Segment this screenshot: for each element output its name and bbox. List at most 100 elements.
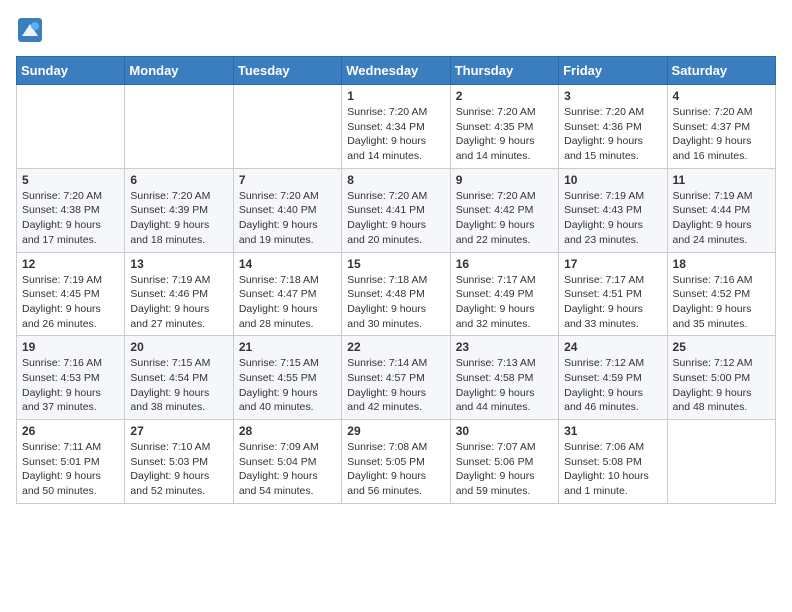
day-info: Sunrise: 7:08 AM Sunset: 5:05 PM Dayligh… bbox=[347, 440, 444, 499]
logo-icon bbox=[16, 16, 44, 44]
day-number: 1 bbox=[347, 89, 444, 103]
day-info: Sunrise: 7:18 AM Sunset: 4:47 PM Dayligh… bbox=[239, 273, 336, 332]
day-info: Sunrise: 7:06 AM Sunset: 5:08 PM Dayligh… bbox=[564, 440, 661, 499]
day-info: Sunrise: 7:20 AM Sunset: 4:38 PM Dayligh… bbox=[22, 189, 119, 248]
day-info: Sunrise: 7:12 AM Sunset: 4:59 PM Dayligh… bbox=[564, 356, 661, 415]
calendar-cell: 6 Sunrise: 7:20 AM Sunset: 4:39 PM Daylig… bbox=[125, 168, 233, 252]
day-info: Sunrise: 7:20 AM Sunset: 4:37 PM Dayligh… bbox=[673, 105, 770, 164]
day-number: 16 bbox=[456, 257, 553, 271]
calendar-cell: 27 Sunrise: 7:10 AM Sunset: 5:03 PM Dayli… bbox=[125, 420, 233, 504]
calendar-week-row: 1Sunrise: 7:20 AM Sunset: 4:34 PM Daylig… bbox=[17, 85, 776, 169]
day-number: 18 bbox=[673, 257, 770, 271]
day-info: Sunrise: 7:20 AM Sunset: 4:39 PM Dayligh… bbox=[130, 189, 227, 248]
day-info: Sunrise: 7:20 AM Sunset: 4:41 PM Dayligh… bbox=[347, 189, 444, 248]
calendar-cell: 20 Sunrise: 7:15 AM Sunset: 4:54 PM Dayli… bbox=[125, 336, 233, 420]
day-number: 26 bbox=[22, 424, 119, 438]
day-header-tuesday: Tuesday bbox=[233, 57, 341, 85]
day-info: Sunrise: 7:12 AM Sunset: 5:00 PM Dayligh… bbox=[673, 356, 770, 415]
calendar-cell: 22Sunrise: 7:14 AM Sunset: 4:57 PM Dayli… bbox=[342, 336, 450, 420]
day-number: 13 bbox=[130, 257, 227, 271]
calendar-cell: 8 Sunrise: 7:20 AM Sunset: 4:41 PM Daylig… bbox=[342, 168, 450, 252]
calendar-cell: 21Sunrise: 7:15 AM Sunset: 4:55 PM Dayli… bbox=[233, 336, 341, 420]
day-info: Sunrise: 7:18 AM Sunset: 4:48 PM Dayligh… bbox=[347, 273, 444, 332]
calendar-cell: 26 Sunrise: 7:11 AM Sunset: 5:01 PM Dayli… bbox=[17, 420, 125, 504]
day-number: 29 bbox=[347, 424, 444, 438]
day-info: Sunrise: 7:20 AM Sunset: 4:40 PM Dayligh… bbox=[239, 189, 336, 248]
day-number: 10 bbox=[564, 173, 661, 187]
calendar-cell: 17 Sunrise: 7:17 AM Sunset: 4:51 PM Dayli… bbox=[559, 252, 667, 336]
day-info: Sunrise: 7:19 AM Sunset: 4:45 PM Dayligh… bbox=[22, 273, 119, 332]
calendar-cell: 19 Sunrise: 7:16 AM Sunset: 4:53 PM Dayli… bbox=[17, 336, 125, 420]
day-number: 6 bbox=[130, 173, 227, 187]
day-info: Sunrise: 7:09 AM Sunset: 5:04 PM Dayligh… bbox=[239, 440, 336, 499]
day-number: 12 bbox=[22, 257, 119, 271]
calendar-cell: 14 Sunrise: 7:18 AM Sunset: 4:47 PM Dayli… bbox=[233, 252, 341, 336]
day-number: 31 bbox=[564, 424, 661, 438]
day-info: Sunrise: 7:16 AM Sunset: 4:53 PM Dayligh… bbox=[22, 356, 119, 415]
day-number: 7 bbox=[239, 173, 336, 187]
logo bbox=[16, 16, 48, 44]
calendar-cell: 11 Sunrise: 7:19 AM Sunset: 4:44 PM Dayli… bbox=[667, 168, 775, 252]
day-number: 23 bbox=[456, 340, 553, 354]
calendar-cell: 13 Sunrise: 7:19 AM Sunset: 4:46 PM Dayli… bbox=[125, 252, 233, 336]
calendar-cell: 28 Sunrise: 7:09 AM Sunset: 5:04 PM Dayli… bbox=[233, 420, 341, 504]
calendar-cell: 18 Sunrise: 7:16 AM Sunset: 4:52 PM Dayli… bbox=[667, 252, 775, 336]
day-number: 3 bbox=[564, 89, 661, 103]
calendar-cell: 9Sunrise: 7:20 AM Sunset: 4:42 PM Daylig… bbox=[450, 168, 558, 252]
calendar-cell: 16Sunrise: 7:17 AM Sunset: 4:49 PM Dayli… bbox=[450, 252, 558, 336]
calendar-cell: 2 Sunrise: 7:20 AM Sunset: 4:35 PM Daylig… bbox=[450, 85, 558, 169]
day-number: 8 bbox=[347, 173, 444, 187]
day-number: 28 bbox=[239, 424, 336, 438]
calendar-cell: 15 Sunrise: 7:18 AM Sunset: 4:48 PM Dayli… bbox=[342, 252, 450, 336]
day-number: 17 bbox=[564, 257, 661, 271]
calendar-cell: 23Sunrise: 7:13 AM Sunset: 4:58 PM Dayli… bbox=[450, 336, 558, 420]
day-header-wednesday: Wednesday bbox=[342, 57, 450, 85]
day-number: 14 bbox=[239, 257, 336, 271]
day-number: 24 bbox=[564, 340, 661, 354]
day-info: Sunrise: 7:20 AM Sunset: 4:42 PM Dayligh… bbox=[456, 189, 553, 248]
day-number: 30 bbox=[456, 424, 553, 438]
day-info: Sunrise: 7:14 AM Sunset: 4:57 PM Dayligh… bbox=[347, 356, 444, 415]
calendar-cell bbox=[667, 420, 775, 504]
day-info: Sunrise: 7:19 AM Sunset: 4:46 PM Dayligh… bbox=[130, 273, 227, 332]
day-number: 21 bbox=[239, 340, 336, 354]
calendar-cell: 4 Sunrise: 7:20 AM Sunset: 4:37 PM Daylig… bbox=[667, 85, 775, 169]
day-number: 15 bbox=[347, 257, 444, 271]
day-info: Sunrise: 7:07 AM Sunset: 5:06 PM Dayligh… bbox=[456, 440, 553, 499]
day-header-thursday: Thursday bbox=[450, 57, 558, 85]
day-info: Sunrise: 7:20 AM Sunset: 4:35 PM Dayligh… bbox=[456, 105, 553, 164]
calendar-cell: 10 Sunrise: 7:19 AM Sunset: 4:43 PM Dayli… bbox=[559, 168, 667, 252]
calendar: SundayMondayTuesdayWednesdayThursdayFrid… bbox=[16, 56, 776, 504]
page-header bbox=[16, 16, 776, 44]
day-info: Sunrise: 7:16 AM Sunset: 4:52 PM Dayligh… bbox=[673, 273, 770, 332]
day-number: 2 bbox=[456, 89, 553, 103]
calendar-cell bbox=[125, 85, 233, 169]
calendar-cell: 3Sunrise: 7:20 AM Sunset: 4:36 PM Daylig… bbox=[559, 85, 667, 169]
day-header-monday: Monday bbox=[125, 57, 233, 85]
day-info: Sunrise: 7:17 AM Sunset: 4:51 PM Dayligh… bbox=[564, 273, 661, 332]
day-header-sunday: Sunday bbox=[17, 57, 125, 85]
day-header-friday: Friday bbox=[559, 57, 667, 85]
day-info: Sunrise: 7:19 AM Sunset: 4:44 PM Dayligh… bbox=[673, 189, 770, 248]
calendar-week-row: 5Sunrise: 7:20 AM Sunset: 4:38 PM Daylig… bbox=[17, 168, 776, 252]
day-info: Sunrise: 7:10 AM Sunset: 5:03 PM Dayligh… bbox=[130, 440, 227, 499]
day-number: 4 bbox=[673, 89, 770, 103]
day-number: 20 bbox=[130, 340, 227, 354]
day-info: Sunrise: 7:11 AM Sunset: 5:01 PM Dayligh… bbox=[22, 440, 119, 499]
day-number: 25 bbox=[673, 340, 770, 354]
calendar-cell: 29 Sunrise: 7:08 AM Sunset: 5:05 PM Dayli… bbox=[342, 420, 450, 504]
day-number: 27 bbox=[130, 424, 227, 438]
day-info: Sunrise: 7:19 AM Sunset: 4:43 PM Dayligh… bbox=[564, 189, 661, 248]
calendar-cell bbox=[17, 85, 125, 169]
calendar-cell: 31 Sunrise: 7:06 AM Sunset: 5:08 PM Dayli… bbox=[559, 420, 667, 504]
day-info: Sunrise: 7:15 AM Sunset: 4:54 PM Dayligh… bbox=[130, 356, 227, 415]
calendar-header-row: SundayMondayTuesdayWednesdayThursdayFrid… bbox=[17, 57, 776, 85]
calendar-week-row: 12 Sunrise: 7:19 AM Sunset: 4:45 PM Dayli… bbox=[17, 252, 776, 336]
calendar-cell: 12 Sunrise: 7:19 AM Sunset: 4:45 PM Dayli… bbox=[17, 252, 125, 336]
day-number: 11 bbox=[673, 173, 770, 187]
day-header-saturday: Saturday bbox=[667, 57, 775, 85]
calendar-cell: 24 Sunrise: 7:12 AM Sunset: 4:59 PM Dayli… bbox=[559, 336, 667, 420]
calendar-cell: 7 Sunrise: 7:20 AM Sunset: 4:40 PM Daylig… bbox=[233, 168, 341, 252]
calendar-cell: 5Sunrise: 7:20 AM Sunset: 4:38 PM Daylig… bbox=[17, 168, 125, 252]
day-number: 19 bbox=[22, 340, 119, 354]
